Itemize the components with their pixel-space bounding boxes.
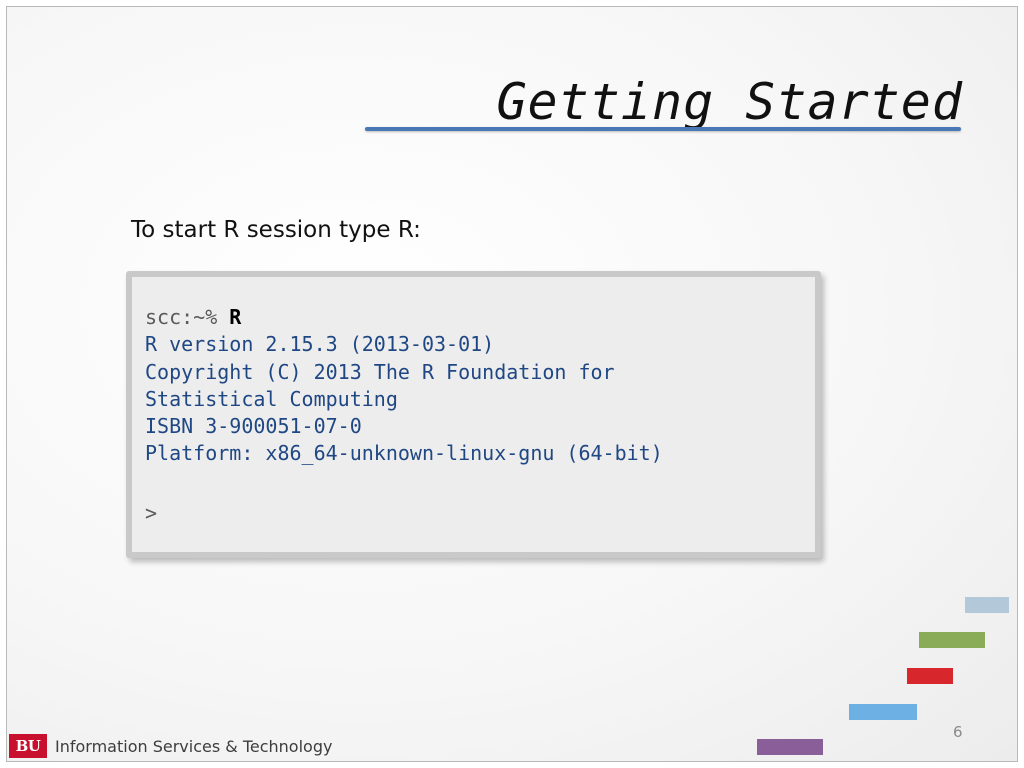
shell-prompt: scc:~% — [145, 305, 230, 329]
decorative-bar — [757, 739, 823, 755]
bu-logo: BU — [9, 734, 47, 758]
organization-name: Information Services & Technology — [55, 736, 333, 756]
intro-text: To start R session type R: — [131, 217, 421, 243]
title-underline — [365, 127, 961, 131]
command-line: scc:~% R — [145, 304, 815, 331]
output-line: R version 2.15.3 (2013-03-01) — [145, 332, 495, 357]
slide: Getting Started To start R session type … — [6, 6, 1018, 762]
shell-command: R — [229, 305, 242, 329]
output-line: Copyright (C) 2013 The R Foundation for — [145, 359, 615, 384]
output-line: Platform: x86_64-unknown-linux-gnu (64-b… — [145, 441, 663, 466]
page-number: 6 — [953, 723, 963, 741]
output-line: Statistical Computing — [145, 386, 398, 411]
terminal-box: scc:~% R R version 2.15.3 (2013-03-01) C… — [126, 271, 821, 558]
footer: BU Information Services & Technology — [9, 734, 332, 758]
decorative-bar — [849, 704, 917, 720]
decorative-bar — [965, 597, 1009, 613]
r-prompt: > — [145, 500, 158, 525]
output-line: ISBN 3-900051-07-0 — [145, 414, 362, 439]
slide-title: Getting Started — [496, 73, 963, 131]
decorative-bar — [919, 632, 985, 648]
decorative-bar — [907, 668, 953, 684]
